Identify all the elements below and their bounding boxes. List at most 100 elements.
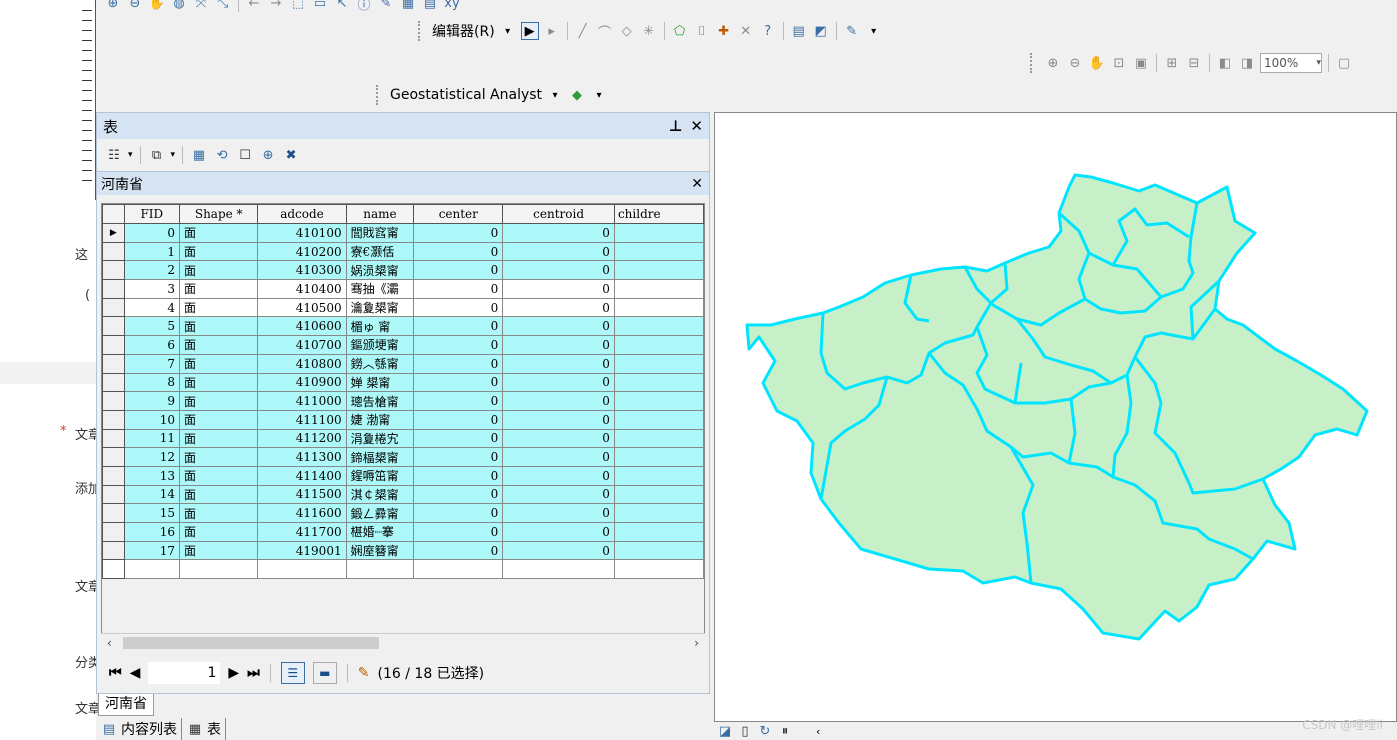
pointer-icon[interactable]: ↖	[333, 0, 351, 12]
row-selector[interactable]	[102, 297, 125, 318]
attributes-icon[interactable]: ▤	[790, 22, 808, 40]
switch-selection-icon[interactable]: ⟲	[213, 146, 231, 164]
pause-drawing-icon[interactable]: ⏸	[778, 724, 792, 739]
help-icon[interactable]: ?	[759, 22, 777, 40]
map-scroll-left-icon[interactable]: ‹	[816, 725, 820, 738]
row-selector[interactable]	[102, 316, 125, 337]
column-header[interactable]: Shape *	[179, 204, 259, 224]
tab-table[interactable]: ▦ 表	[182, 718, 226, 740]
clear-table-selection-icon[interactable]: ☐	[236, 146, 254, 164]
table-row[interactable]: 6 面 410700 鏂颁埂甯 0 0	[102, 335, 704, 355]
show-all-records-icon[interactable]: ☰	[280, 662, 305, 684]
split-icon[interactable]: ✚	[715, 22, 733, 40]
end-point-arc-icon[interactable]: ⌒	[596, 22, 614, 41]
column-header[interactable]: FID	[123, 204, 181, 224]
column-header[interactable]: name	[345, 204, 415, 224]
table-row[interactable]: 4 面 410500 瀹夐槼甯 0 0	[102, 297, 704, 318]
clear-selection-icon[interactable]: ▭	[311, 0, 329, 12]
row-selector[interactable]	[102, 409, 125, 430]
reshape-icon[interactable]: ⌷	[693, 22, 711, 40]
back-icon[interactable]: ←	[245, 0, 263, 12]
table-row[interactable]: 1 面 410200 寮€灏佸 0 0	[102, 241, 704, 262]
select-by-attributes-icon[interactable]: ▦	[190, 146, 208, 164]
edit-tool-icon[interactable]: ▶	[520, 22, 539, 40]
related-tables-icon[interactable]: ⧉	[148, 146, 166, 164]
show-selected-records-icon[interactable]: ▬	[312, 662, 337, 684]
create-features-icon[interactable]: ✎	[843, 22, 861, 40]
row-selector[interactable]	[102, 391, 125, 411]
first-record-icon[interactable]: ⏮	[109, 665, 122, 681]
layout-view-icon[interactable]: ▯	[738, 724, 752, 739]
doc-tab-henan[interactable]: 河南省	[98, 694, 154, 716]
close-table-icon[interactable]: ✕	[691, 176, 703, 192]
table-row[interactable]: 11 面 411200 涓夐棬宄 0 0	[102, 428, 704, 449]
column-header[interactable]: childre	[613, 204, 704, 224]
edit-annotation-icon[interactable]: ▸	[543, 22, 561, 40]
fixed-zoom-out-icon[interactable]: ⤡	[214, 0, 232, 12]
table-row[interactable]: 3 面 410400 骞抽《灞 0 0	[102, 279, 704, 299]
scroll-left-icon[interactable]: ‹	[107, 636, 112, 650]
fixed-zoom-in-icon[interactable]: ⤧	[192, 0, 210, 12]
zoom-to-selected-icon[interactable]: ⊕	[259, 146, 277, 164]
zoom-in-icon[interactable]: ⊕	[104, 0, 122, 12]
zoom-whole-page-icon[interactable]: ⊡	[1110, 54, 1128, 72]
delete-selected-icon[interactable]: ✖	[282, 146, 300, 164]
straight-segment-icon[interactable]: ╱	[574, 22, 592, 40]
table-row[interactable]: 15 面 411600 鍛ㄥ彛甯 0 0	[102, 503, 704, 523]
record-number-field[interactable]: 1	[148, 662, 221, 684]
table-row[interactable]: 2 面 410300 娲涢槼甯 0 0	[102, 260, 704, 281]
row-selector[interactable]	[102, 428, 125, 449]
table-row[interactable]: 9 面 411000 璁告槍甯 0 0	[102, 391, 704, 411]
table-row[interactable]: 13 面 411400 鍟嗕笜甯 0 0	[102, 465, 704, 486]
pin-icon[interactable]: ⊥	[669, 117, 683, 135]
column-header[interactable]: center	[413, 204, 504, 224]
table-row[interactable]: 12 面 411300 鍗楅槼甯 0 0	[102, 447, 704, 467]
table-row[interactable]: 17 面 419001 娴庢簮甯 0 0	[102, 540, 704, 561]
row-selector[interactable]	[102, 540, 125, 561]
next-extent-icon[interactable]: ◨	[1238, 54, 1256, 72]
scrollbar-thumb[interactable]	[123, 637, 379, 649]
refresh-icon[interactable]: ↻	[758, 724, 772, 739]
editor-menu[interactable]: 编辑器(R)	[432, 21, 495, 41]
row-selector[interactable]	[102, 335, 125, 355]
table-row[interactable]: 8 面 410900 婵 槼甯 0 0	[102, 372, 704, 393]
row-selector[interactable]	[102, 503, 125, 523]
find-icon[interactable]: ✎	[377, 0, 395, 12]
row-selector[interactable]: ▶	[102, 223, 125, 243]
table-row[interactable]: 5 面 410600 楣ゅ 甯00	[102, 316, 704, 337]
related-tables-dropdown-icon[interactable]: ▾	[171, 150, 176, 160]
row-selector[interactable]	[102, 353, 125, 374]
table-row[interactable]: 14 面 411500 淇￠槼甯 0 0	[102, 484, 704, 505]
column-header[interactable]: centroid	[502, 204, 615, 224]
row-selector[interactable]	[102, 465, 125, 486]
fixed-zoom-in-layout-icon[interactable]: ⊞	[1163, 54, 1181, 72]
select-features-icon[interactable]: ⬚	[289, 0, 307, 12]
table-options-icon[interactable]: ☷	[105, 146, 123, 164]
close-window-icon[interactable]: ✕	[690, 117, 703, 135]
row-selector[interactable]	[102, 279, 125, 299]
toolbar-options-icon[interactable]: ▾	[865, 22, 883, 40]
row-selector[interactable]	[102, 372, 125, 393]
hyperlink-icon[interactable]: ▤	[421, 0, 439, 12]
previous-extent-icon[interactable]: ◧	[1216, 54, 1234, 72]
sketch-properties-icon[interactable]: ◩	[812, 22, 830, 40]
geostat-menu[interactable]: Geostatistical Analyst	[390, 87, 542, 103]
forward-icon[interactable]: →	[267, 0, 285, 12]
row-selector[interactable]	[102, 484, 125, 505]
pan-icon[interactable]: ✋	[148, 0, 166, 12]
editor-dropdown-icon[interactable]: ▾	[499, 22, 517, 40]
rotate-icon[interactable]: ✕	[737, 22, 755, 40]
zoom-100-icon[interactable]: ▣	[1132, 54, 1150, 72]
layout-zoom-in-icon[interactable]: ⊕	[1044, 54, 1062, 72]
layout-pan-icon[interactable]: ✋	[1088, 54, 1106, 72]
next-record-icon[interactable]: ▶	[228, 665, 239, 681]
table-row[interactable]: 10 面 411100 婕 渤甯 0 0	[102, 409, 704, 430]
scroll-right-icon[interactable]: ›	[694, 636, 699, 650]
tab-table-of-contents[interactable]: ▤ 内容列表	[96, 718, 182, 740]
row-selector[interactable]	[102, 447, 125, 467]
geostat-dropdown-icon[interactable]: ▾	[546, 86, 564, 104]
layout-zoom-out-icon[interactable]: ⊖	[1066, 54, 1084, 72]
measure-icon[interactable]: ▦	[399, 0, 417, 12]
xy-icon[interactable]: xy	[443, 0, 461, 12]
table-row[interactable]: ▶ 0 面 410100 閭戝窞甯 0 0	[102, 223, 704, 243]
